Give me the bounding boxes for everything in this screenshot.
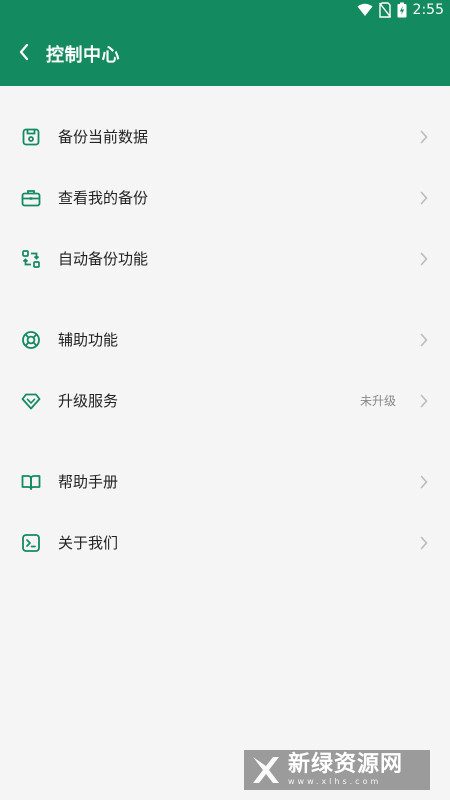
diamond-icon: [20, 390, 42, 412]
watermark-text: 新绿资源网 www.xlhs.com: [288, 754, 403, 786]
menu-item-label: 自动备份功能: [58, 250, 149, 268]
book-icon: [20, 471, 42, 493]
status-time: 2:55: [412, 2, 444, 18]
watermark: 新绿资源网 www.xlhs.com: [244, 750, 430, 790]
briefcase-icon: [20, 187, 42, 209]
no-sim-icon: [378, 2, 391, 18]
menu-item-label: 辅助功能: [58, 331, 119, 349]
settings-list: 备份当前数据 查看我的备份 自动备份功能 辅助功能 升级服务 未升级 帮助手册 …: [0, 106, 450, 573]
chevron-right-icon: [418, 332, 430, 348]
menu-item-label: 关于我们: [58, 534, 119, 552]
terminal-icon: [20, 532, 42, 554]
menu-item-view-my-backups[interactable]: 查看我的备份: [0, 167, 450, 228]
menu-item-auto-backup[interactable]: 自动备份功能: [0, 228, 450, 289]
chevron-left-icon: [18, 43, 30, 65]
chevron-right-icon: [418, 393, 430, 409]
upgrade-status: 未升级: [359, 394, 396, 408]
menu-item-backup-current-data[interactable]: 备份当前数据: [0, 106, 450, 167]
menu-item-upgrade-service[interactable]: 升级服务 未升级: [0, 370, 450, 431]
watermark-title: 新绿资源网: [288, 752, 404, 777]
lifebuoy-icon: [20, 329, 42, 351]
watermark-url: www.xlhs.com: [288, 777, 382, 786]
page-title: 控制中心: [46, 45, 120, 66]
menu-item-about-us[interactable]: 关于我们: [0, 512, 450, 573]
chevron-right-icon: [418, 129, 430, 145]
menu-item-label: 备份当前数据: [58, 128, 149, 146]
back-button[interactable]: [0, 34, 48, 74]
chevron-right-icon: [418, 190, 430, 206]
save-icon: [20, 126, 42, 148]
menu-item-help-manual[interactable]: 帮助手册: [0, 451, 450, 512]
watermark-logo-icon: [244, 750, 288, 790]
chevron-right-icon: [418, 251, 430, 267]
app-header: 2:55 控制中心: [0, 0, 450, 86]
chevron-right-icon: [418, 535, 430, 551]
menu-item-label: 帮助手册: [58, 473, 119, 491]
menu-item-label: 查看我的备份: [58, 189, 149, 207]
title-bar: 控制中心: [0, 34, 450, 74]
sync-icon: [20, 248, 42, 270]
menu-item-label: 升级服务: [58, 392, 119, 410]
wifi-icon: [357, 3, 373, 17]
chevron-right-icon: [418, 474, 430, 490]
menu-item-accessibility[interactable]: 辅助功能: [0, 309, 450, 370]
battery-charging-icon: [397, 2, 407, 18]
status-bar: 2:55: [357, 0, 444, 20]
